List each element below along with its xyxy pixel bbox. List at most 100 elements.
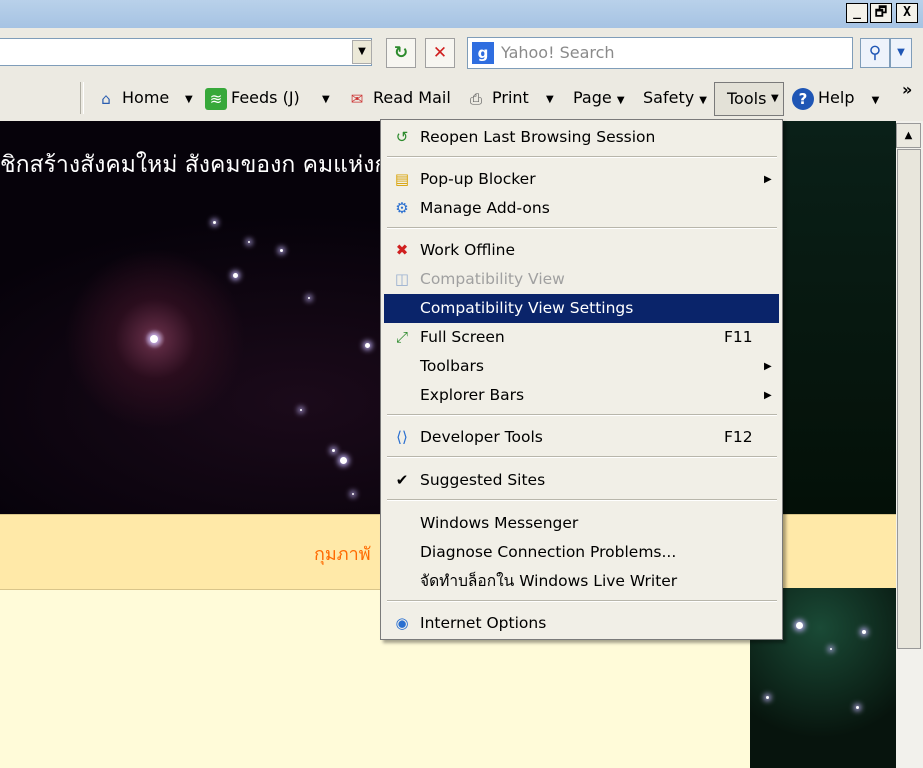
work-offline-icon: ✖: [395, 241, 409, 259]
search-provider-icon: g: [472, 42, 494, 64]
checkmark-icon: ✔: [395, 471, 409, 489]
star-decoration: [248, 241, 250, 243]
banner-right-panel: [780, 121, 896, 514]
feeds-button[interactable]: ≋ Feeds (J): [205, 86, 300, 110]
minimize-button[interactable]: _: [846, 3, 868, 23]
menu-item-developer-tools[interactable]: ⟨⟩ Developer Tools F12: [384, 423, 779, 452]
address-dropdown-button[interactable]: ▼: [352, 40, 372, 64]
shortcut-label: F11: [724, 328, 753, 346]
help-icon: ?: [792, 87, 814, 110]
menu-separator: [387, 414, 777, 416]
toolbar-overflow-button[interactable]: »: [902, 78, 912, 102]
menu-item-reopen-last-browsing-session[interactable]: ↺ Reopen Last Browsing Session: [384, 123, 779, 152]
home-dropdown-arrow[interactable]: ▼: [185, 88, 193, 112]
star-decoration: [213, 221, 216, 224]
menu-item-compatibility-view-settings[interactable]: Compatibility View Settings: [384, 294, 779, 323]
menu-item-toolbars[interactable]: Toolbars ▶: [384, 352, 779, 381]
chevron-down-icon: ▼: [871, 95, 880, 106]
compatibility-icon: ◫: [394, 270, 410, 288]
star-decoration: [308, 297, 310, 299]
refresh-button[interactable]: ↻: [386, 38, 416, 68]
window-titlebar: _ 🗗 X: [0, 0, 923, 28]
page-menu-button[interactable]: Page ▼: [573, 86, 625, 110]
print-dropdown-arrow[interactable]: ▼: [546, 88, 554, 112]
star-decoration: [280, 249, 283, 252]
star-decoration: [300, 409, 302, 411]
tools-dropdown-menu: ↺ Reopen Last Browsing Session ▤ Pop-up …: [380, 119, 783, 640]
help-menu-button[interactable]: ? Help ▼: [792, 86, 879, 110]
search-placeholder: Yahoo! Search: [501, 43, 615, 62]
vertical-scrollbar[interactable]: ▲: [896, 121, 923, 768]
submenu-arrow-icon: ▶: [764, 174, 772, 185]
star-decoration: [233, 273, 238, 278]
help-label: Help: [818, 88, 855, 107]
search-input[interactable]: g Yahoo! Search: [467, 37, 853, 69]
menu-item-diagnose-connection-problems[interactable]: Diagnose Connection Problems...: [384, 538, 779, 567]
menu-item-manage-addons[interactable]: ⚙ Manage Add-ons: [384, 194, 779, 223]
menu-item-blog-in-windows-live-writer[interactable]: จัดทำบล็อกใน Windows Live Writer: [384, 567, 779, 596]
safety-label: Safety: [643, 88, 695, 107]
safety-menu-button[interactable]: Safety ▼: [643, 86, 707, 110]
menu-separator: [387, 156, 777, 158]
star-decoration: [856, 706, 859, 709]
chevron-down-icon: ▼: [699, 95, 707, 106]
submenu-arrow-icon: ▶: [764, 390, 772, 401]
menu-item-work-offline[interactable]: ✖ Work Offline: [384, 236, 779, 265]
menu-separator: [387, 456, 777, 458]
tools-label: Tools: [727, 89, 767, 108]
menu-separator: [387, 499, 777, 501]
reopen-session-icon: ↺: [395, 128, 409, 146]
menu-item-full-screen[interactable]: ⤢ Full Screen F11: [384, 323, 779, 352]
stop-icon: ✕: [432, 43, 448, 63]
internet-options-icon: ◉: [395, 614, 409, 632]
menu-item-internet-options[interactable]: ◉ Internet Options: [384, 609, 779, 638]
feeds-dropdown-arrow[interactable]: ▼: [322, 88, 330, 112]
star-decoration: [352, 493, 354, 495]
developer-tools-icon: ⟨⟩: [396, 428, 408, 446]
read-mail-label: Read Mail: [373, 88, 451, 107]
submenu-arrow-icon: ▶: [764, 361, 772, 372]
chevron-down-icon: ▼: [771, 93, 779, 104]
star-decoration: [150, 335, 158, 343]
menu-item-windows-messenger[interactable]: Windows Messenger: [384, 509, 779, 538]
home-icon: ⌂: [101, 89, 111, 108]
scroll-thumb[interactable]: [897, 149, 921, 649]
mail-icon: ✉: [350, 89, 364, 108]
star-decoration: [796, 622, 803, 629]
home-button[interactable]: ⌂ Home: [94, 86, 169, 110]
read-mail-button[interactable]: ✉ Read Mail: [345, 86, 451, 110]
popup-blocker-icon: ▤: [394, 170, 410, 188]
menu-item-compatibility-view: ◫ Compatibility View: [384, 265, 779, 294]
banner-heading: ชิกสร้างสังคมใหม่ สังคมของก คมแห่งก: [0, 152, 389, 178]
chevron-down-icon: ▼: [616, 95, 625, 106]
search-go-button[interactable]: ⚲: [860, 38, 890, 68]
restore-button[interactable]: 🗗: [870, 3, 892, 23]
menu-item-popup-blocker[interactable]: ▤ Pop-up Blocker ▶: [384, 165, 779, 194]
command-bar: ⌂ Home ▼ ≋ Feeds (J) ▼ ✉ Read Mail ⎙ Print ▼…: [0, 76, 923, 122]
star-decoration: [862, 630, 866, 634]
addons-icon: ⚙: [395, 199, 409, 217]
stop-button[interactable]: ✕: [425, 38, 455, 68]
menu-item-explorer-bars[interactable]: Explorer Bars ▶: [384, 381, 779, 410]
tools-menu-button[interactable]: Tools ▼: [714, 82, 784, 116]
toolbar-separator: [80, 82, 84, 114]
address-bar: ▼ ↻ ✕ g Yahoo! Search ⚲ ▼: [0, 28, 923, 76]
print-button[interactable]: ⎙ Print: [464, 86, 529, 110]
home-label: Home: [122, 88, 170, 107]
shortcut-label: F12: [724, 428, 753, 446]
menu-separator: [387, 600, 777, 602]
close-button[interactable]: X: [896, 3, 918, 23]
fullscreen-icon: ⤢: [395, 328, 408, 346]
star-decoration: [365, 343, 370, 348]
menu-item-suggested-sites[interactable]: ✔ Suggested Sites: [384, 466, 779, 495]
scroll-up-button[interactable]: ▲: [896, 123, 921, 148]
star-decoration: [766, 696, 769, 699]
star-decoration: [332, 449, 335, 452]
star-decoration: [830, 648, 832, 650]
search-options-button[interactable]: ▼: [890, 38, 912, 68]
menu-separator: [387, 227, 777, 229]
address-input[interactable]: [0, 38, 372, 66]
printer-icon: ⎙: [469, 89, 482, 108]
feeds-icon: ≋: [205, 87, 227, 110]
notice-strip-text[interactable]: กุมภาพั: [314, 539, 371, 568]
